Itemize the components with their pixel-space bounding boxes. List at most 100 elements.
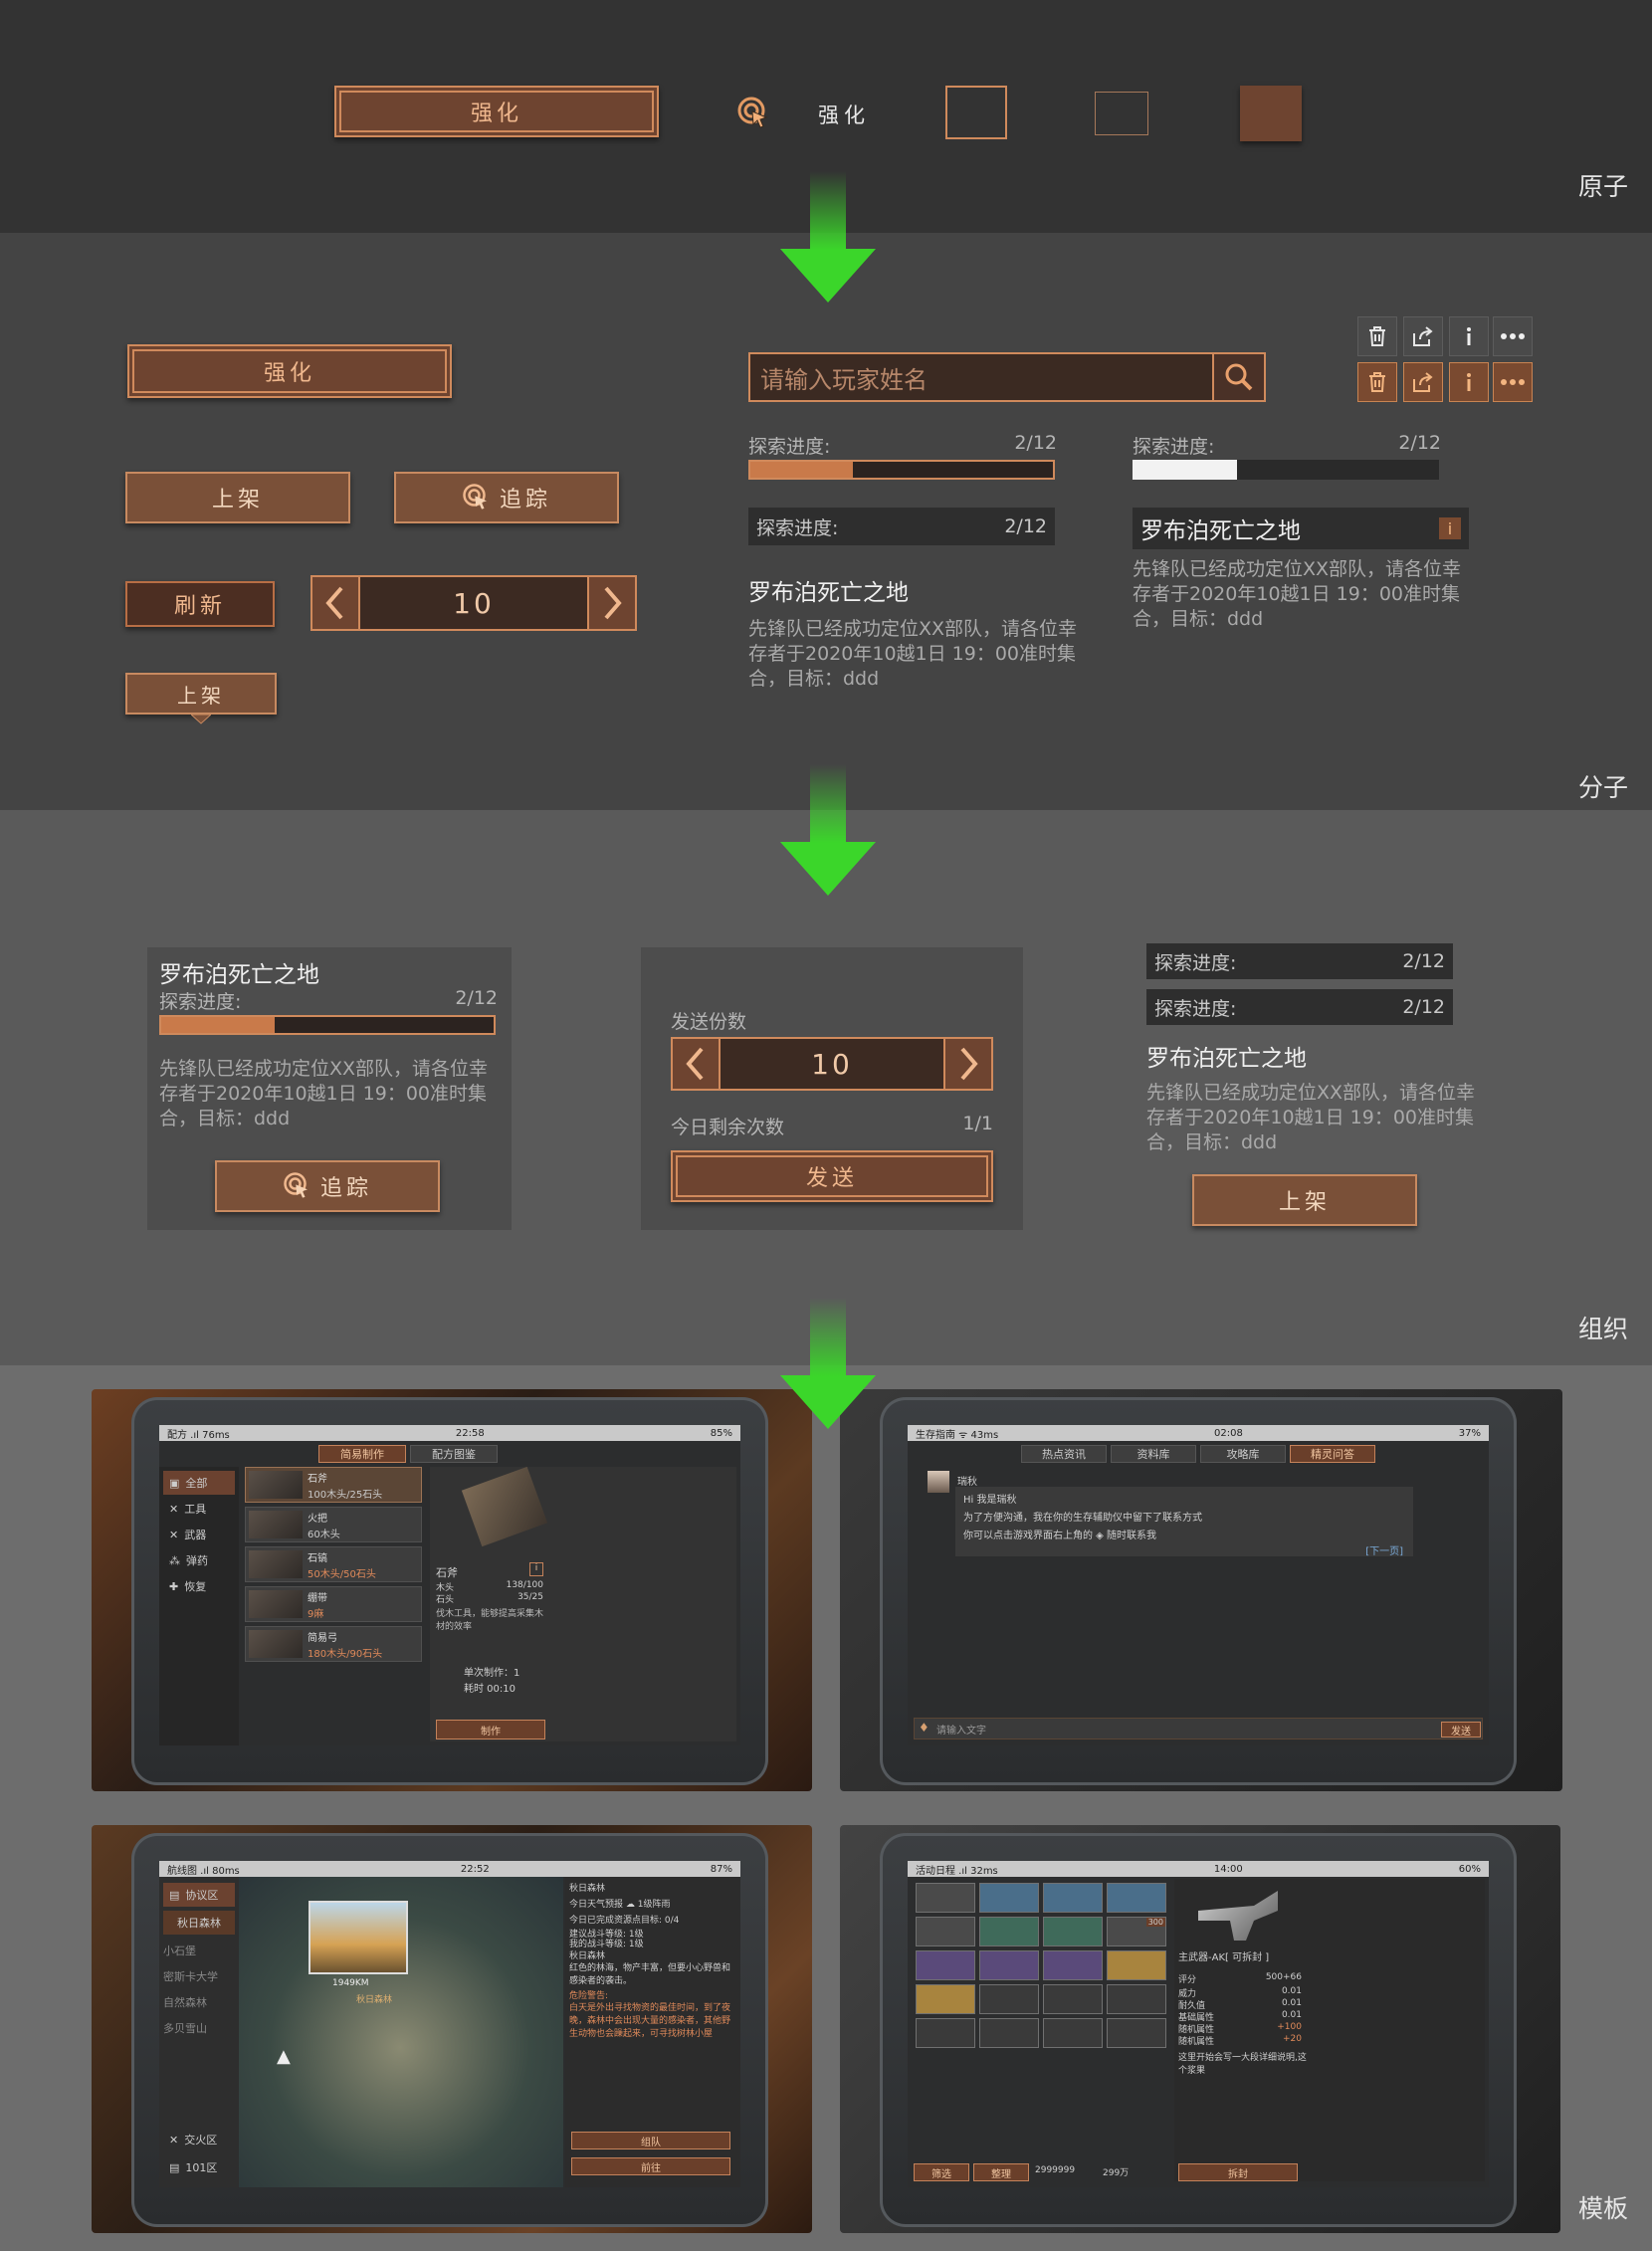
subregion-item[interactable]: 秋日森林 bbox=[163, 1911, 235, 1935]
item-slot[interactable] bbox=[1107, 1984, 1166, 2014]
region-header[interactable]: ▤ 协议区 bbox=[163, 1883, 235, 1907]
tab-guides[interactable]: 攻略库 bbox=[1200, 1445, 1286, 1463]
chat-input[interactable]: 请输入文字 bbox=[936, 1722, 986, 1737]
track-button-label: 追踪 bbox=[319, 1176, 372, 1201]
item-slot[interactable] bbox=[916, 1984, 975, 2014]
side-nav: ▣ 全部 ✕ 工具 ✕ 武器 ⁂ 弹药 ✚ 恢复 bbox=[159, 1467, 239, 1745]
progress-bar-orange bbox=[159, 1015, 496, 1035]
side-item-tools[interactable]: ✕ 工具 bbox=[163, 1497, 235, 1521]
more-button-active[interactable] bbox=[1493, 362, 1533, 402]
screenshot-chat: 生存指南 ᯤ 43ms 02:08 37% 热点资讯 资料库 攻略库 精灵问答 瑞秋… bbox=[840, 1389, 1562, 1791]
screenshot-inventory: 活动日程 .ıl 32ms 14:00 60% 300 主武器-AK[可拆封 … bbox=[840, 1825, 1560, 2233]
craft-item[interactable]: 火把 60木头 bbox=[245, 1507, 422, 1542]
share-button-active[interactable] bbox=[1403, 362, 1443, 402]
item-slot[interactable] bbox=[1043, 2018, 1103, 2048]
send-button[interactable]: 发送 bbox=[671, 1150, 993, 1202]
item-slot[interactable]: 300 bbox=[1107, 1917, 1166, 1946]
make-button[interactable]: 制作 bbox=[436, 1720, 545, 1739]
info-button-active[interactable] bbox=[1449, 362, 1489, 402]
sort-button[interactable]: 整理 bbox=[973, 2163, 1029, 2181]
item-slot[interactable] bbox=[1043, 1984, 1103, 2014]
molecule-enhance-button[interactable]: 强化 bbox=[127, 344, 452, 398]
craft-item[interactable]: 石斧 100木头/25石头 bbox=[245, 1467, 422, 1503]
item-slot[interactable] bbox=[979, 1950, 1039, 1980]
search-button[interactable] bbox=[1212, 354, 1264, 400]
refresh-button[interactable]: 刷新 bbox=[125, 581, 275, 627]
item-slot[interactable] bbox=[916, 2018, 975, 2048]
track-button[interactable]: 追踪 bbox=[394, 472, 619, 523]
tablet-frame: 航线图 .ıl 80ms 22:52 87% ▤ 协议区 秋日森林 小石堡 密斯卡大学… bbox=[131, 1833, 768, 2227]
item-slot[interactable] bbox=[1043, 1950, 1103, 1980]
info-icon: i bbox=[529, 1562, 543, 1576]
currency-1: 2999999 bbox=[1035, 2165, 1076, 2175]
progress-strip: 探索进度: 2/12 bbox=[748, 508, 1055, 545]
atom-enhance-text: 强化 bbox=[818, 103, 870, 127]
tab-recipe-book[interactable]: 配方图鉴 bbox=[410, 1445, 498, 1463]
send-stepper[interactable]: 10 bbox=[671, 1037, 993, 1091]
team-button[interactable]: 组队 bbox=[571, 2132, 730, 2149]
mission-desc: 先锋队已经成功定位XX部队，请各位幸存者于2020年10越1日 19：00准时集… bbox=[748, 618, 1078, 690]
side-item-heal[interactable]: ✚ 恢复 bbox=[163, 1574, 235, 1598]
tab-news[interactable]: 热点资讯 bbox=[1021, 1445, 1107, 1463]
item-slot[interactable] bbox=[1107, 2018, 1166, 2048]
share-button[interactable] bbox=[1403, 316, 1443, 356]
progress-label: 探索进度: bbox=[159, 991, 242, 1013]
zone-101[interactable]: ▤ 101区 bbox=[163, 2155, 235, 2179]
shelf-button[interactable]: 上架 bbox=[125, 472, 350, 523]
zone-fire[interactable]: ✕ 交火区 bbox=[163, 2128, 235, 2151]
delete-button-active[interactable] bbox=[1357, 362, 1397, 402]
increment-button[interactable] bbox=[943, 1039, 991, 1089]
item-slot[interactable] bbox=[916, 1917, 975, 1946]
place-item[interactable]: 多贝雪山 bbox=[163, 2016, 235, 2040]
send-button[interactable]: 发送 bbox=[1441, 1722, 1481, 1738]
shelf-button[interactable]: 上架 bbox=[1192, 1174, 1417, 1226]
more-button[interactable] bbox=[1493, 316, 1533, 356]
player-search[interactable]: 请输入玩家姓名 bbox=[748, 352, 1266, 402]
remain-row: 今日剩余次数 1/1 bbox=[671, 1113, 993, 1139]
item-slot[interactable] bbox=[1043, 1917, 1103, 1946]
craft-item[interactable]: 简易弓 180木头/90石头 bbox=[245, 1626, 422, 1662]
stepper-value: 10 bbox=[453, 586, 495, 620]
quantity-stepper[interactable]: 10 bbox=[310, 575, 637, 631]
atom-enhance-button[interactable]: 强化 bbox=[334, 86, 659, 137]
item-slot[interactable] bbox=[1107, 1950, 1166, 1980]
search-input[interactable]: 请输入玩家姓名 bbox=[750, 354, 1212, 400]
place-item[interactable]: 自然森林 bbox=[163, 1990, 235, 2014]
caret-down-icon bbox=[191, 715, 211, 724]
side-item-weapons[interactable]: ✕ 武器 bbox=[163, 1523, 235, 1546]
side-item-ammo[interactable]: ⁂ 弹药 bbox=[163, 1548, 235, 1572]
sender-name: 瑞秋 bbox=[957, 1477, 977, 1488]
item-slot[interactable] bbox=[979, 1917, 1039, 1946]
filter-button[interactable]: 筛选 bbox=[914, 2163, 969, 2181]
next-page-link[interactable]: [下一页] bbox=[1365, 1542, 1403, 1557]
place-item[interactable]: 密斯卡大学 bbox=[163, 1964, 235, 1988]
tab-qa[interactable]: 精灵问答 bbox=[1290, 1445, 1375, 1463]
side-item-all[interactable]: ▣ 全部 bbox=[163, 1471, 235, 1495]
delete-button[interactable] bbox=[1357, 316, 1397, 356]
tab-database[interactable]: 资料库 bbox=[1111, 1445, 1196, 1463]
item-slot[interactable] bbox=[979, 1883, 1039, 1913]
info-button[interactable] bbox=[1449, 316, 1489, 356]
craft-item[interactable]: 石镐 50木头/50石头 bbox=[245, 1546, 422, 1582]
place-item[interactable]: 小石堡 bbox=[163, 1939, 235, 1962]
increment-button[interactable] bbox=[587, 577, 635, 629]
shelf-small-button[interactable]: 上架 bbox=[125, 673, 277, 715]
remain-label: 今日剩余次数 bbox=[671, 1117, 785, 1138]
tab-simple-craft[interactable]: 简易制作 bbox=[318, 1445, 406, 1463]
item-slot[interactable] bbox=[979, 2018, 1039, 2048]
decrement-button[interactable] bbox=[673, 1039, 721, 1089]
craft-item[interactable]: 绷带 9麻 bbox=[245, 1586, 422, 1622]
item-slot[interactable] bbox=[916, 1883, 975, 1913]
item-slot[interactable] bbox=[916, 1950, 975, 1980]
item-slot[interactable] bbox=[1107, 1883, 1166, 1913]
section-label-atom: 原子 bbox=[1577, 172, 1628, 201]
item-slot[interactable] bbox=[979, 1984, 1039, 2014]
more-icon bbox=[1501, 333, 1525, 339]
atom-frame-outline bbox=[945, 86, 1007, 139]
unseal-button[interactable]: 拆封 bbox=[1178, 2163, 1298, 2181]
mic-icon[interactable]: ♦ bbox=[919, 1721, 929, 1735]
go-button[interactable]: 前往 bbox=[571, 2157, 730, 2175]
track-button[interactable]: 追踪 bbox=[215, 1160, 440, 1212]
item-slot[interactable] bbox=[1043, 1883, 1103, 1913]
decrement-button[interactable] bbox=[312, 577, 360, 629]
